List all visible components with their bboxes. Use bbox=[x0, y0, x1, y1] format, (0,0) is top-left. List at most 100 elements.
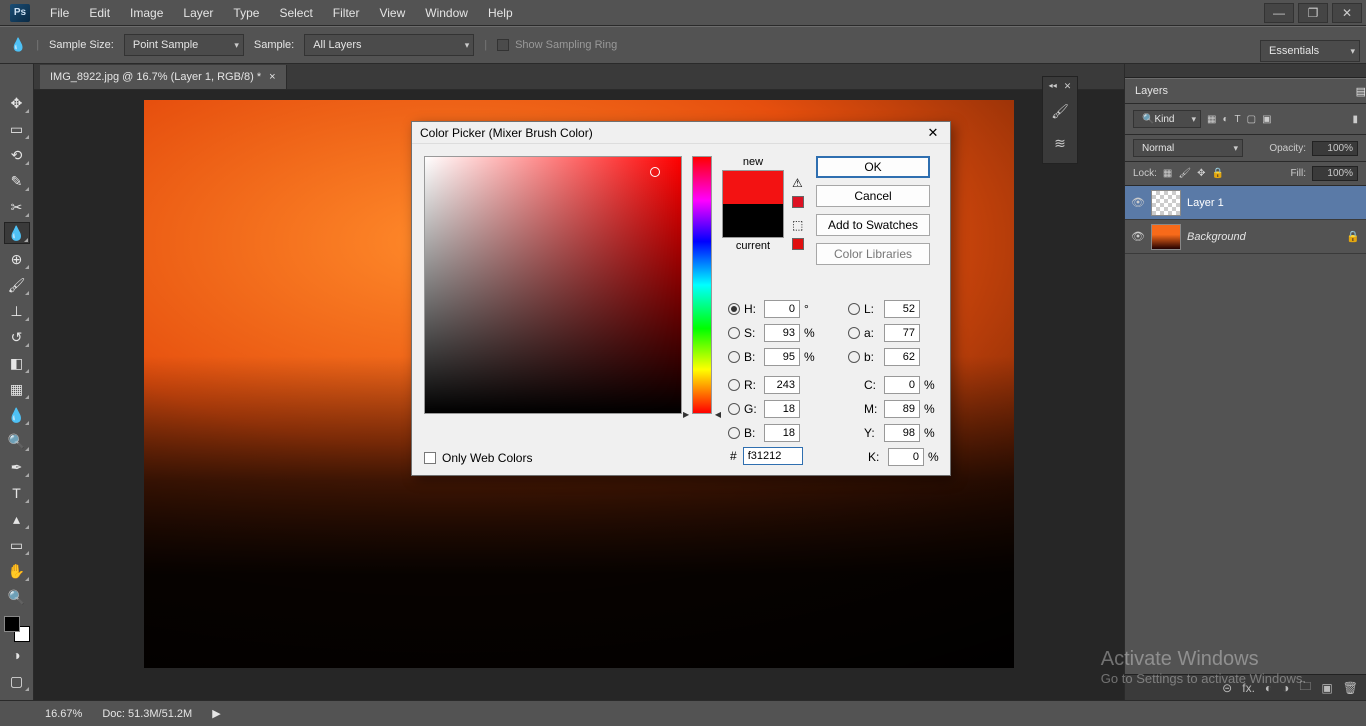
b-lab-radio[interactable] bbox=[848, 351, 860, 363]
hue-radio[interactable] bbox=[728, 303, 740, 315]
color-preview[interactable] bbox=[722, 170, 784, 238]
menu-type[interactable]: Type bbox=[223, 6, 269, 20]
menu-filter[interactable]: Filter bbox=[323, 6, 370, 20]
dodge-tool[interactable]: 🔍 bbox=[4, 430, 30, 452]
opacity-input[interactable]: 100% bbox=[1312, 141, 1358, 156]
cancel-button[interactable]: Cancel bbox=[816, 185, 930, 207]
lock-position-icon[interactable]: ✥ bbox=[1197, 168, 1205, 179]
path-select-tool[interactable]: ▴ bbox=[4, 508, 30, 530]
lasso-tool[interactable]: ⟲ bbox=[4, 144, 30, 166]
window-close-button[interactable]: ✕ bbox=[1332, 3, 1362, 23]
hue-input[interactable] bbox=[764, 300, 800, 318]
layer-name[interactable]: Layer 1 bbox=[1187, 197, 1224, 209]
doc-size[interactable]: Doc: 51.3M/51.2M bbox=[102, 708, 192, 720]
menu-select[interactable]: Select bbox=[269, 6, 322, 20]
b-rgb-radio[interactable] bbox=[728, 427, 740, 439]
layer-filter-kind[interactable]: 🔍 Kind bbox=[1133, 110, 1201, 128]
document-tab-close-icon[interactable]: × bbox=[269, 71, 275, 83]
layer-fx-icon[interactable]: fx. bbox=[1242, 681, 1255, 695]
lock-pixels-icon[interactable]: 🖌 bbox=[1178, 168, 1191, 179]
k-input[interactable] bbox=[888, 448, 924, 466]
shape-tool[interactable]: ▭ bbox=[4, 534, 30, 556]
stamp-tool[interactable]: ⊥ bbox=[4, 300, 30, 322]
workspace-switcher[interactable]: Essentials bbox=[1260, 40, 1360, 62]
a-radio[interactable] bbox=[848, 327, 860, 339]
layer-thumbnail[interactable] bbox=[1151, 190, 1181, 216]
lock-transparent-icon[interactable]: ▦ bbox=[1163, 168, 1172, 179]
layer-thumbnail[interactable] bbox=[1151, 224, 1181, 250]
b-rgb-input[interactable] bbox=[764, 424, 800, 442]
dialog-titlebar[interactable]: Color Picker (Mixer Brush Color) ✕ bbox=[412, 122, 950, 144]
layer-visibility-icon[interactable]: 👁 bbox=[1131, 196, 1145, 209]
blur-tool[interactable]: 💧 bbox=[4, 404, 30, 426]
quick-select-tool[interactable]: ✎ bbox=[4, 170, 30, 192]
type-tool[interactable]: T bbox=[4, 482, 30, 504]
menu-layer[interactable]: Layer bbox=[173, 6, 223, 20]
document-tab[interactable]: IMG_8922.jpg @ 16.7% (Layer 1, RGB/8) * … bbox=[40, 65, 287, 89]
only-web-colors-checkbox[interactable] bbox=[424, 452, 436, 464]
healing-tool[interactable]: ⊕ bbox=[4, 248, 30, 270]
menu-edit[interactable]: Edit bbox=[79, 6, 120, 20]
hex-input[interactable] bbox=[743, 447, 803, 465]
color-field-marker[interactable] bbox=[650, 167, 660, 177]
sample-size-dropdown[interactable]: Point Sample bbox=[124, 34, 244, 56]
menu-help[interactable]: Help bbox=[478, 6, 523, 20]
color-swatch[interactable] bbox=[4, 616, 30, 642]
zoom-tool[interactable]: 🔍 bbox=[4, 586, 30, 608]
l-input[interactable] bbox=[884, 300, 920, 318]
r-radio[interactable] bbox=[728, 379, 740, 391]
filter-smart-icon[interactable]: ▣ bbox=[1262, 114, 1271, 125]
m-input[interactable] bbox=[884, 400, 920, 418]
g-input[interactable] bbox=[764, 400, 800, 418]
brush-tool[interactable]: 🖌 bbox=[4, 274, 30, 296]
gamut-warning-swatch[interactable] bbox=[792, 196, 804, 208]
hue-slider[interactable] bbox=[692, 156, 712, 414]
eyedropper-tool[interactable]: 💧 bbox=[4, 222, 30, 244]
sample-dropdown[interactable]: All Layers bbox=[304, 34, 474, 56]
bri-input[interactable] bbox=[764, 348, 800, 366]
fill-input[interactable]: 100% bbox=[1312, 166, 1358, 181]
layer-mask-icon[interactable]: ◐ bbox=[1265, 681, 1272, 695]
layers-panel-tab[interactable]: Layers ▤ bbox=[1125, 78, 1366, 104]
filter-type-icon[interactable]: T bbox=[1235, 114, 1241, 125]
menu-file[interactable]: File bbox=[40, 6, 79, 20]
link-layers-icon[interactable]: ⊝ bbox=[1222, 681, 1232, 695]
sat-radio[interactable] bbox=[728, 327, 740, 339]
filter-shape-icon[interactable]: ▢ bbox=[1247, 114, 1256, 125]
saturation-brightness-field[interactable] bbox=[424, 156, 682, 414]
layer-name[interactable]: Background bbox=[1187, 231, 1246, 243]
b-lab-input[interactable] bbox=[884, 348, 920, 366]
layer-group-icon[interactable]: 🗀 bbox=[1299, 677, 1311, 698]
move-tool[interactable]: ✥ bbox=[4, 92, 30, 114]
hand-tool[interactable]: ✋ bbox=[4, 560, 30, 582]
brush-presets-icon[interactable]: 🖌 bbox=[1048, 99, 1072, 123]
quickmask-tool[interactable]: ◑ bbox=[4, 644, 30, 666]
layer-visibility-icon[interactable]: 👁 bbox=[1131, 230, 1145, 243]
lock-all-icon[interactable]: 🔒 bbox=[1211, 168, 1223, 179]
websafe-warning-icon[interactable]: ⬚ bbox=[792, 218, 806, 232]
filter-pixel-icon[interactable]: ▦ bbox=[1207, 114, 1216, 125]
websafe-warning-swatch[interactable] bbox=[792, 238, 804, 250]
menu-view[interactable]: View bbox=[369, 6, 415, 20]
zoom-level[interactable]: 16.67% bbox=[45, 708, 82, 720]
delete-layer-icon[interactable]: 🗑 bbox=[1343, 681, 1358, 695]
crop-tool[interactable]: ✂ bbox=[4, 196, 30, 218]
layer-row[interactable]: 👁 Background 🔒 bbox=[1125, 220, 1366, 254]
c-input[interactable] bbox=[884, 376, 920, 394]
screenmode-tool[interactable]: ▢ bbox=[4, 670, 30, 692]
menu-image[interactable]: Image bbox=[120, 6, 173, 20]
y-input[interactable] bbox=[884, 424, 920, 442]
g-radio[interactable] bbox=[728, 403, 740, 415]
history-brush-tool[interactable]: ↺ bbox=[4, 326, 30, 348]
layer-row[interactable]: 👁 Layer 1 bbox=[1125, 186, 1366, 220]
r-input[interactable] bbox=[764, 376, 800, 394]
foreground-color-swatch[interactable] bbox=[4, 616, 20, 632]
gradient-tool[interactable]: ▦ bbox=[4, 378, 30, 400]
dialog-close-button[interactable]: ✕ bbox=[924, 124, 942, 142]
panel-menu-icon[interactable]: ▤ bbox=[1356, 85, 1366, 98]
window-minimize-button[interactable]: — bbox=[1264, 3, 1294, 23]
brush-settings-icon[interactable]: ≋ bbox=[1048, 131, 1072, 155]
add-to-swatches-button[interactable]: Add to Swatches bbox=[816, 214, 930, 236]
adjustment-layer-icon[interactable]: ◑ bbox=[1282, 681, 1289, 695]
blend-mode-dropdown[interactable]: Normal bbox=[1133, 139, 1243, 157]
